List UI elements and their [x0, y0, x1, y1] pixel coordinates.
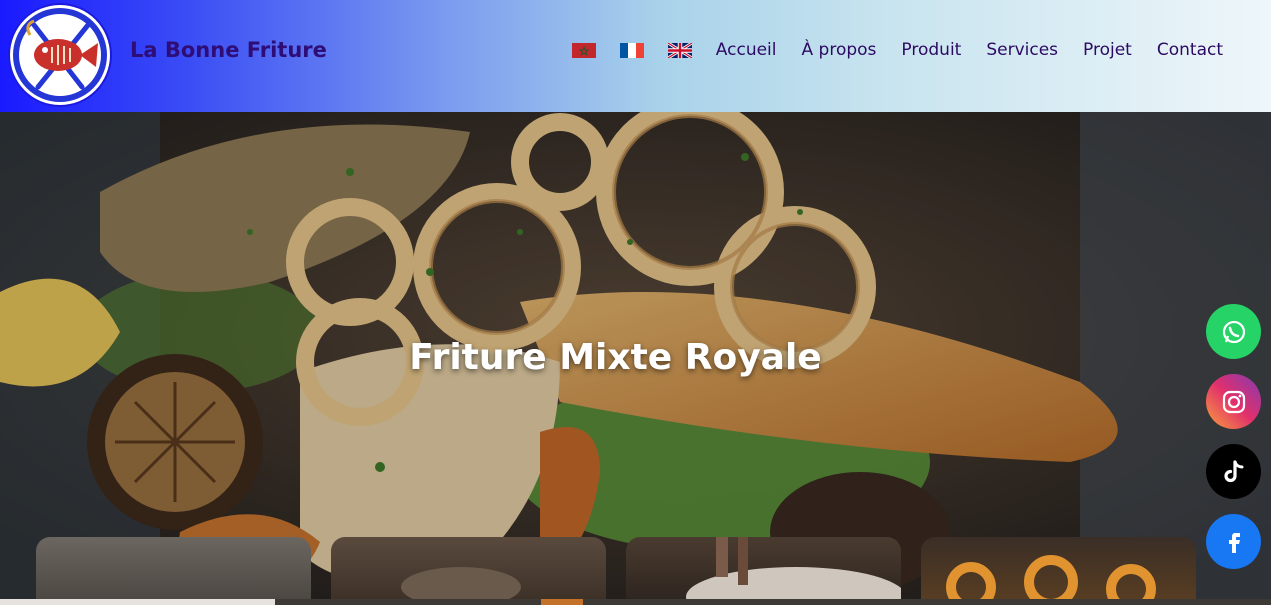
product-card[interactable]: [36, 537, 311, 605]
product-card[interactable]: [331, 537, 606, 605]
nav-produit[interactable]: Produit: [901, 40, 961, 60]
instagram-button[interactable]: [1206, 374, 1261, 429]
uk-flag-icon[interactable]: [667, 41, 693, 59]
france-flag-icon[interactable]: [619, 42, 644, 58]
carousel-progress-segment: [541, 599, 583, 605]
logo[interactable]: [10, 5, 110, 105]
nav-services[interactable]: Services: [986, 40, 1058, 60]
brand-name[interactable]: La Bonne Friture: [130, 38, 327, 62]
morocco-flag-icon[interactable]: [571, 42, 596, 58]
tiktok-icon: [1223, 459, 1243, 482]
instagram-icon: [1222, 390, 1245, 413]
nav-accueil[interactable]: Accueil: [716, 40, 777, 60]
whatsapp-button[interactable]: [1206, 304, 1261, 359]
carousel-progress: [0, 599, 1271, 605]
product-card[interactable]: [921, 537, 1196, 605]
nav-projet[interactable]: Projet: [1083, 40, 1132, 60]
whatsapp-icon: [1222, 320, 1245, 343]
nav-contact[interactable]: Contact: [1157, 40, 1223, 60]
hero-banner: Friture Mixte Royale: [0, 112, 1271, 605]
hero-title: Friture Mixte Royale: [409, 337, 822, 378]
facebook-button[interactable]: [1206, 514, 1261, 569]
tiktok-button[interactable]: [1206, 444, 1261, 499]
nav-a-propos[interactable]: À propos: [802, 40, 877, 60]
product-card[interactable]: [626, 537, 901, 605]
carousel-progress-fill: [0, 599, 275, 605]
main-nav: Accueil À propos Produit Services Projet…: [571, 40, 1223, 60]
facebook-icon: [1228, 532, 1240, 553]
site-header: La Bonne Friture Accueil À propos Produi…: [0, 0, 1271, 112]
